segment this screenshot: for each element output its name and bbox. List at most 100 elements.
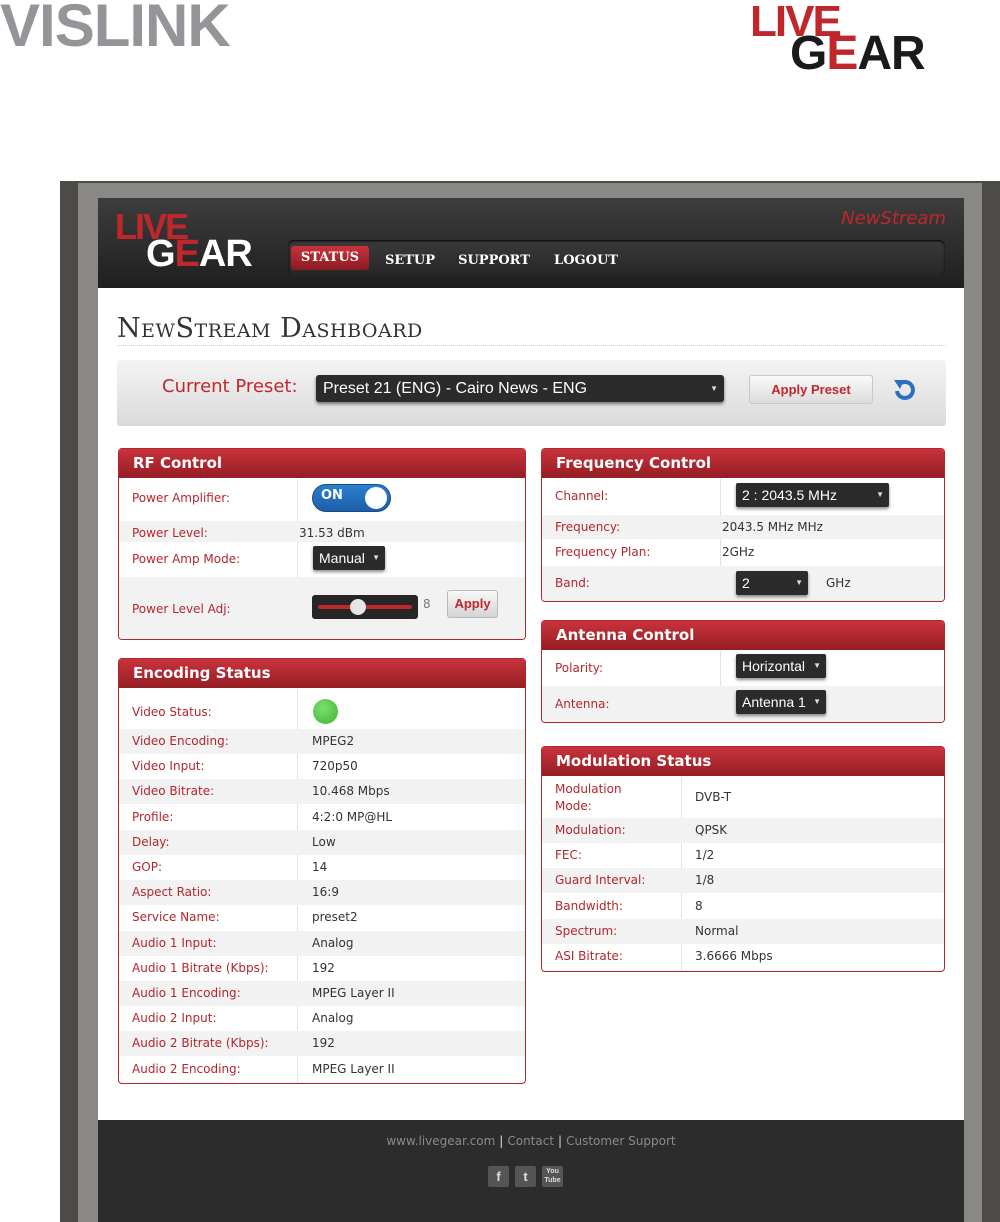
- nav-item-logout[interactable]: LOGOUT: [548, 249, 624, 273]
- rf-apply-button[interactable]: Apply: [447, 590, 498, 618]
- row-value: 720p50: [312, 759, 358, 774]
- row-value: preset2: [312, 910, 358, 925]
- modulation-mode-value: DVB-T: [695, 790, 732, 804]
- row-label: Spectrum:: [555, 923, 618, 938]
- row-value: MPEG2: [312, 734, 355, 748]
- row-value: Low: [312, 834, 336, 849]
- row-label: Guard Interval:: [555, 873, 646, 888]
- slider-handle[interactable]: [350, 599, 366, 615]
- nav-item-support[interactable]: SUPPORT: [454, 249, 534, 273]
- preset-select[interactable]: Preset 21 (ENG) - Cairo News - ENG ▼: [316, 375, 724, 402]
- refresh-icon[interactable]: [890, 376, 920, 404]
- power-amplifier-label: Power Amplifier:: [132, 491, 230, 505]
- frequency-plan-label: Frequency Plan:: [555, 545, 651, 559]
- row-value: QPSK: [695, 823, 728, 837]
- power-level-adj-label: Power Level Adj:: [132, 602, 231, 616]
- row-value: 16:9: [312, 885, 339, 900]
- row-label: Audio 1 Bitrate (Kbps):: [132, 960, 269, 975]
- nav-item-status[interactable]: STATUS: [291, 246, 369, 270]
- footer-separator: |: [558, 1134, 563, 1148]
- livegear-logo-gear-text: GEAR: [790, 27, 926, 80]
- row-label: FEC:: [555, 848, 582, 863]
- footer-link-contact[interactable]: Contact: [507, 1134, 554, 1148]
- band-label: Band:: [555, 576, 590, 590]
- row-value: MPEG Layer II: [312, 1061, 395, 1076]
- chevron-down-icon: ▼: [813, 661, 821, 670]
- apply-preset-button[interactable]: Apply Preset: [749, 375, 873, 404]
- video-status-label: Video Status:: [132, 705, 212, 719]
- power-level-value: 31.53 dBm: [299, 526, 365, 540]
- encoding-status-title: Encoding Status: [119, 659, 525, 688]
- row-label: Audio 2 Encoding:: [132, 1061, 241, 1076]
- row-value: 192: [312, 960, 335, 975]
- power-level-label: Power Level:: [132, 526, 208, 540]
- video-status-indicator: [313, 699, 338, 724]
- row-value: 192: [312, 1036, 335, 1051]
- nav-item-setup[interactable]: SETUP: [378, 249, 442, 273]
- footer-link-site[interactable]: www.livegear.com: [386, 1134, 495, 1148]
- frequency-plan-value: 2GHz: [722, 545, 755, 559]
- row-label: Aspect Ratio:: [132, 885, 212, 900]
- row-label: Service Name:: [132, 910, 220, 925]
- footer-link-support[interactable]: Customer Support: [566, 1134, 676, 1148]
- row-value: 1/8: [695, 873, 715, 888]
- power-amp-mode-select[interactable]: Manual ▼: [313, 546, 385, 570]
- channel-select[interactable]: 2 : 2043.5 MHz ▼: [736, 483, 889, 507]
- twitter-icon[interactable]: t: [515, 1166, 536, 1187]
- modulation-mode-label: Modulation Mode:: [555, 782, 622, 813]
- row-label: Profile:: [132, 809, 174, 824]
- frequency-control-title: Frequency Control: [542, 449, 944, 478]
- row-label: Modulation:: [555, 823, 626, 837]
- vislink-logo: VISLINK: [0, 0, 231, 59]
- modulation-status-title: Modulation Status: [542, 747, 944, 776]
- youtube-icon[interactable]: You Tube: [542, 1166, 563, 1187]
- chevron-down-icon: ▼: [372, 553, 380, 562]
- row-label: Audio 2 Input:: [132, 1011, 217, 1026]
- row-value: MPEG Layer II: [312, 986, 395, 1000]
- antenna-control-title: Antenna Control: [542, 621, 944, 650]
- row-label: Video Bitrate:: [132, 784, 215, 799]
- row-label: ASI Bitrate:: [555, 949, 623, 963]
- row-value: Analog: [312, 1011, 354, 1026]
- modulation-status-panel: Modulation Status Modulation Mode: DVB-T …: [541, 746, 945, 972]
- footer-links: www.livegear.com | Contact | Customer Suppor…: [98, 1134, 964, 1148]
- polarity-select[interactable]: Horizontal ▼: [736, 654, 826, 678]
- power-amp-mode-label: Power Amp Mode:: [132, 552, 241, 566]
- row-value: 3.6666 Mbps: [695, 949, 773, 963]
- row-value: Normal: [695, 923, 739, 938]
- polarity-label: Polarity:: [555, 661, 604, 675]
- toggle-knob: [365, 487, 387, 509]
- title-divider: [117, 345, 946, 346]
- frequency-value: 2043.5 MHz MHz: [722, 520, 823, 534]
- power-level-adj-value: 8: [423, 597, 431, 611]
- chevron-down-icon: ▼: [795, 578, 803, 587]
- row-label: Audio 1 Input:: [132, 935, 217, 950]
- row-value: 4:2:0 MP@HL: [312, 809, 393, 824]
- footer-separator: |: [499, 1134, 504, 1148]
- row-label: Video Input:: [132, 759, 205, 774]
- chevron-down-icon: ▼: [813, 697, 821, 706]
- rf-control-title: RF Control: [119, 449, 525, 478]
- band-select-value: 2: [742, 575, 750, 591]
- row-label: Delay:: [132, 834, 170, 849]
- antenna-label: Antenna:: [555, 697, 610, 711]
- row-value: Analog: [312, 935, 354, 950]
- header-logo-gear: GEAR: [146, 233, 253, 275]
- facebook-icon[interactable]: f: [488, 1166, 509, 1187]
- row-value: 10.468 Mbps: [312, 784, 390, 799]
- band-unit: GHz: [826, 576, 851, 590]
- band-select[interactable]: 2 ▼: [736, 571, 808, 595]
- chevron-down-icon: ▼: [710, 384, 718, 393]
- antenna-select[interactable]: Antenna 1 ▼: [736, 690, 826, 714]
- toggle-state-text: ON: [321, 488, 343, 503]
- row-value: 14: [312, 860, 328, 874]
- antenna-select-value: Antenna 1: [742, 694, 806, 710]
- row-label: Bandwidth:: [555, 898, 623, 913]
- page-title: NewStream Dashboard: [117, 313, 423, 344]
- frequency-label: Frequency:: [555, 520, 621, 534]
- livegear-logo-top: LIVE GEAR: [750, 0, 950, 78]
- row-label: Audio 2 Bitrate (Kbps):: [132, 1036, 269, 1051]
- chevron-down-icon: ▼: [876, 490, 884, 499]
- channel-select-value: 2 : 2043.5 MHz: [742, 487, 837, 503]
- channel-label: Channel:: [555, 489, 609, 503]
